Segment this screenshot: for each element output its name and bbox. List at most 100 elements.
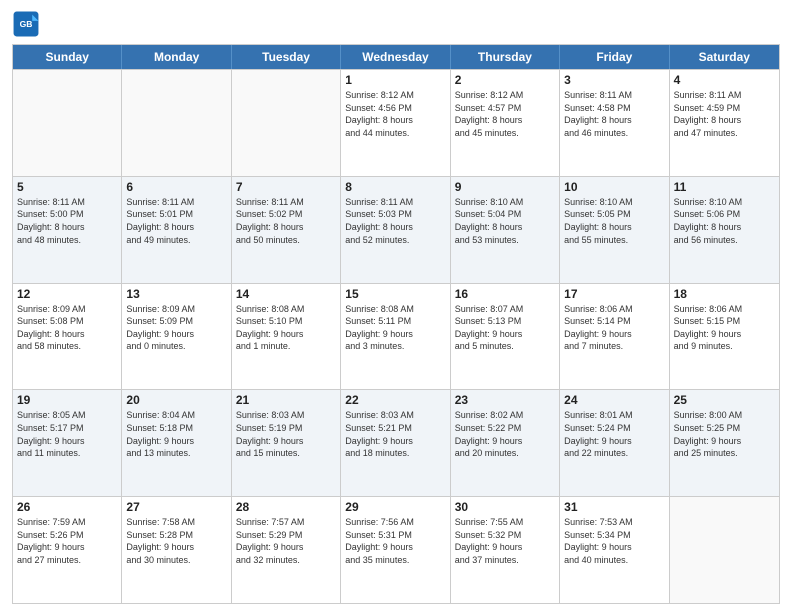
day-info: Sunrise: 8:09 AM Sunset: 5:09 PM Dayligh…	[126, 303, 226, 353]
calendar-day-31: 31 Sunrise: 7:53 AM Sunset: 5:34 PM Dayli…	[560, 497, 669, 603]
day-number: 12	[17, 287, 117, 301]
calendar-day-22: 22 Sunrise: 8:03 AM Sunset: 5:21 PM Dayli…	[341, 390, 450, 496]
day-number: 27	[126, 500, 226, 514]
day-header-friday: Friday	[560, 45, 669, 69]
calendar-empty-cell	[122, 70, 231, 176]
logo: GB	[12, 10, 44, 38]
day-header-wednesday: Wednesday	[341, 45, 450, 69]
day-info: Sunrise: 8:10 AM Sunset: 5:04 PM Dayligh…	[455, 196, 555, 246]
calendar-day-7: 7 Sunrise: 8:11 AM Sunset: 5:02 PM Daylig…	[232, 177, 341, 283]
day-number: 22	[345, 393, 445, 407]
day-number: 8	[345, 180, 445, 194]
calendar-day-25: 25 Sunrise: 8:00 AM Sunset: 5:25 PM Dayli…	[670, 390, 779, 496]
day-number: 20	[126, 393, 226, 407]
day-number: 3	[564, 73, 664, 87]
calendar-week-5: 26 Sunrise: 7:59 AM Sunset: 5:26 PM Dayli…	[13, 496, 779, 603]
day-number: 23	[455, 393, 555, 407]
calendar-day-2: 2 Sunrise: 8:12 AM Sunset: 4:57 PM Daylig…	[451, 70, 560, 176]
day-number: 26	[17, 500, 117, 514]
day-number: 2	[455, 73, 555, 87]
calendar-week-1: 1Sunrise: 8:12 AM Sunset: 4:56 PM Daylig…	[13, 69, 779, 176]
day-number: 13	[126, 287, 226, 301]
calendar-day-6: 6Sunrise: 8:11 AM Sunset: 5:01 PM Daylig…	[122, 177, 231, 283]
day-number: 29	[345, 500, 445, 514]
day-info: Sunrise: 8:11 AM Sunset: 5:01 PM Dayligh…	[126, 196, 226, 246]
day-number: 30	[455, 500, 555, 514]
day-info: Sunrise: 8:06 AM Sunset: 5:15 PM Dayligh…	[674, 303, 775, 353]
calendar-day-21: 21 Sunrise: 8:03 AM Sunset: 5:19 PM Dayli…	[232, 390, 341, 496]
day-number: 5	[17, 180, 117, 194]
calendar-empty-cell	[670, 497, 779, 603]
day-number: 16	[455, 287, 555, 301]
calendar-day-15: 15 Sunrise: 8:08 AM Sunset: 5:11 PM Dayli…	[341, 284, 450, 390]
day-info: Sunrise: 8:11 AM Sunset: 5:00 PM Dayligh…	[17, 196, 117, 246]
day-info: Sunrise: 7:57 AM Sunset: 5:29 PM Dayligh…	[236, 516, 336, 566]
day-info: Sunrise: 8:08 AM Sunset: 5:11 PM Dayligh…	[345, 303, 445, 353]
calendar-week-2: 5 Sunrise: 8:11 AM Sunset: 5:00 PM Daylig…	[13, 176, 779, 283]
calendar-day-16: 16 Sunrise: 8:07 AM Sunset: 5:13 PM Dayli…	[451, 284, 560, 390]
day-info: Sunrise: 7:53 AM Sunset: 5:34 PM Dayligh…	[564, 516, 664, 566]
calendar-day-28: 28 Sunrise: 7:57 AM Sunset: 5:29 PM Dayli…	[232, 497, 341, 603]
day-number: 15	[345, 287, 445, 301]
calendar-day-20: 20Sunrise: 8:04 AM Sunset: 5:18 PM Dayli…	[122, 390, 231, 496]
day-number: 10	[564, 180, 664, 194]
calendar-week-4: 19Sunrise: 8:05 AM Sunset: 5:17 PM Dayli…	[13, 389, 779, 496]
day-number: 14	[236, 287, 336, 301]
day-info: Sunrise: 8:03 AM Sunset: 5:21 PM Dayligh…	[345, 409, 445, 459]
day-info: Sunrise: 8:07 AM Sunset: 5:13 PM Dayligh…	[455, 303, 555, 353]
day-number: 9	[455, 180, 555, 194]
day-number: 11	[674, 180, 775, 194]
day-number: 28	[236, 500, 336, 514]
header: GB	[12, 10, 780, 38]
day-header-tuesday: Tuesday	[232, 45, 341, 69]
day-info: Sunrise: 8:00 AM Sunset: 5:25 PM Dayligh…	[674, 409, 775, 459]
calendar-header: SundayMondayTuesdayWednesdayThursdayFrid…	[13, 45, 779, 69]
calendar: SundayMondayTuesdayWednesdayThursdayFrid…	[12, 44, 780, 604]
day-info: Sunrise: 8:10 AM Sunset: 5:05 PM Dayligh…	[564, 196, 664, 246]
day-info: Sunrise: 8:06 AM Sunset: 5:14 PM Dayligh…	[564, 303, 664, 353]
logo-icon: GB	[12, 10, 40, 38]
day-info: Sunrise: 8:05 AM Sunset: 5:17 PM Dayligh…	[17, 409, 117, 459]
day-number: 17	[564, 287, 664, 301]
day-number: 7	[236, 180, 336, 194]
day-info: Sunrise: 8:12 AM Sunset: 4:57 PM Dayligh…	[455, 89, 555, 139]
calendar-day-10: 10 Sunrise: 8:10 AM Sunset: 5:05 PM Dayli…	[560, 177, 669, 283]
calendar-day-14: 14Sunrise: 8:08 AM Sunset: 5:10 PM Dayli…	[232, 284, 341, 390]
day-info: Sunrise: 8:11 AM Sunset: 4:59 PM Dayligh…	[674, 89, 775, 139]
calendar-day-19: 19Sunrise: 8:05 AM Sunset: 5:17 PM Dayli…	[13, 390, 122, 496]
calendar-day-1: 1Sunrise: 8:12 AM Sunset: 4:56 PM Daylig…	[341, 70, 450, 176]
day-info: Sunrise: 8:01 AM Sunset: 5:24 PM Dayligh…	[564, 409, 664, 459]
calendar-day-18: 18Sunrise: 8:06 AM Sunset: 5:15 PM Dayli…	[670, 284, 779, 390]
day-number: 4	[674, 73, 775, 87]
day-info: Sunrise: 7:59 AM Sunset: 5:26 PM Dayligh…	[17, 516, 117, 566]
day-info: Sunrise: 8:09 AM Sunset: 5:08 PM Dayligh…	[17, 303, 117, 353]
calendar-day-8: 8Sunrise: 8:11 AM Sunset: 5:03 PM Daylig…	[341, 177, 450, 283]
calendar-day-4: 4 Sunrise: 8:11 AM Sunset: 4:59 PM Daylig…	[670, 70, 779, 176]
day-info: Sunrise: 8:11 AM Sunset: 4:58 PM Dayligh…	[564, 89, 664, 139]
calendar-empty-cell	[232, 70, 341, 176]
calendar-week-3: 12 Sunrise: 8:09 AM Sunset: 5:08 PM Dayli…	[13, 283, 779, 390]
calendar-day-23: 23 Sunrise: 8:02 AM Sunset: 5:22 PM Dayli…	[451, 390, 560, 496]
day-info: Sunrise: 7:55 AM Sunset: 5:32 PM Dayligh…	[455, 516, 555, 566]
day-number: 1	[345, 73, 445, 87]
day-info: Sunrise: 7:56 AM Sunset: 5:31 PM Dayligh…	[345, 516, 445, 566]
day-header-monday: Monday	[122, 45, 231, 69]
calendar-day-17: 17 Sunrise: 8:06 AM Sunset: 5:14 PM Dayli…	[560, 284, 669, 390]
day-info: Sunrise: 8:10 AM Sunset: 5:06 PM Dayligh…	[674, 196, 775, 246]
calendar-day-11: 11 Sunrise: 8:10 AM Sunset: 5:06 PM Dayli…	[670, 177, 779, 283]
calendar-day-3: 3 Sunrise: 8:11 AM Sunset: 4:58 PM Daylig…	[560, 70, 669, 176]
calendar-body: 1Sunrise: 8:12 AM Sunset: 4:56 PM Daylig…	[13, 69, 779, 603]
day-info: Sunrise: 8:11 AM Sunset: 5:02 PM Dayligh…	[236, 196, 336, 246]
day-number: 25	[674, 393, 775, 407]
calendar-day-5: 5 Sunrise: 8:11 AM Sunset: 5:00 PM Daylig…	[13, 177, 122, 283]
day-header-saturday: Saturday	[670, 45, 779, 69]
day-header-thursday: Thursday	[451, 45, 560, 69]
calendar-day-9: 9 Sunrise: 8:10 AM Sunset: 5:04 PM Daylig…	[451, 177, 560, 283]
day-info: Sunrise: 8:02 AM Sunset: 5:22 PM Dayligh…	[455, 409, 555, 459]
calendar-day-24: 24Sunrise: 8:01 AM Sunset: 5:24 PM Dayli…	[560, 390, 669, 496]
calendar-day-30: 30 Sunrise: 7:55 AM Sunset: 5:32 PM Dayli…	[451, 497, 560, 603]
day-number: 21	[236, 393, 336, 407]
svg-text:GB: GB	[20, 19, 33, 29]
day-info: Sunrise: 8:03 AM Sunset: 5:19 PM Dayligh…	[236, 409, 336, 459]
day-number: 31	[564, 500, 664, 514]
